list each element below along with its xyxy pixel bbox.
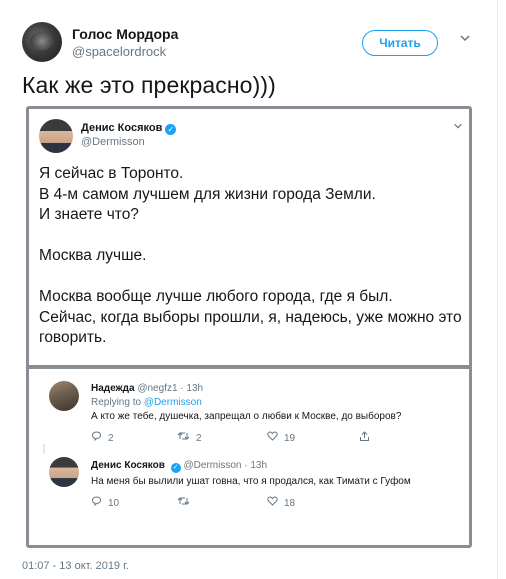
reply-time: · 13h (244, 460, 268, 471)
divider (497, 0, 498, 579)
reply-author-name: Денис Косяков (91, 460, 165, 471)
reply-action: 2 (91, 431, 114, 444)
replying-to: Replying to @Dermisson (91, 397, 202, 408)
reply-item: Денис Косяков ✓ @Dermisson · 13h На меня… (29, 449, 469, 519)
heart-icon (267, 431, 278, 444)
reply-count: 10 (108, 498, 120, 509)
retweet-icon (177, 496, 190, 509)
reply-actions: 2 2 19 (91, 431, 421, 445)
quoted-avatar (39, 119, 73, 153)
heart-icon (267, 496, 278, 509)
divider (29, 365, 469, 369)
reply-actions: 10 18 (91, 496, 421, 510)
reply-count: 2 (108, 433, 114, 444)
reply-author-handle: @negfz1 (137, 383, 178, 394)
quoted-screenshot: Денис Косяков ✓ @Dermisson Я сейчас в Тор… (26, 106, 472, 548)
share-action (359, 431, 376, 445)
reply-action: 10 (91, 496, 119, 509)
replying-prefix: Replying to (91, 397, 142, 408)
reply-icon (91, 431, 102, 444)
quoted-paragraph: Москва лучше. (39, 247, 147, 264)
reply-header: Надежда @negfz1 · 13h (91, 383, 203, 394)
reply-item: Надежда @negfz1 · 13h Replying to @Dermi… (29, 371, 469, 451)
like-action: 19 (267, 431, 295, 444)
quoted-author-name: Денис Косяков ✓ (81, 122, 177, 135)
quoted-paragraph: Москва вообще лучше любого города, где я… (39, 288, 462, 346)
tweet-text: Как же это прекрасно))) (22, 72, 276, 98)
chevron-down-icon (453, 121, 463, 134)
reply-text: А кто же тебе, душечка, запрещал о любви… (91, 411, 402, 422)
reply-avatar (49, 381, 79, 411)
reply-icon (91, 496, 102, 509)
like-action: 18 (267, 496, 295, 509)
quoted-tweet: Денис Косяков ✓ @Dermisson Я сейчас в Тор… (29, 109, 469, 365)
retweet-action (177, 496, 196, 509)
replying-to-link: @Dermisson (143, 397, 202, 408)
author-name[interactable]: Голос Мордора (72, 26, 178, 42)
reply-avatar (49, 457, 79, 487)
retweet-action: 2 (177, 431, 202, 444)
tweet-header: Голос Мордора @spacelordrock Читать (22, 22, 482, 62)
follow-button[interactable]: Читать (362, 30, 438, 56)
quoted-author-handle: @Dermisson (81, 136, 145, 148)
quoted-author-name-text: Денис Косяков (81, 122, 163, 134)
reply-text: На меня бы вылили ушат говна, что я прод… (91, 476, 411, 487)
retweet-count: 2 (196, 433, 202, 444)
share-icon (359, 431, 370, 445)
verified-badge-icon: ✓ (170, 463, 181, 473)
quoted-paragraph: Я сейчас в Торонто. В 4-м самом лучшем д… (39, 165, 376, 223)
quoted-tweet-body: Я сейчас в Торонто. В 4-м самом лучшем д… (39, 164, 464, 349)
verified-badge-icon: ✓ (165, 124, 177, 135)
tweet-timestamp[interactable]: 01:07 - 13 окт. 2019 г. (22, 560, 129, 572)
author-handle[interactable]: @spacelordrock (72, 44, 166, 59)
reply-author-handle: @Dermisson (183, 460, 242, 471)
reply-header: Денис Косяков ✓ @Dermisson · 13h (91, 460, 267, 473)
author-avatar[interactable] (22, 22, 62, 62)
reply-time: · 13h (180, 383, 204, 394)
retweet-icon (177, 431, 190, 444)
reply-author-name: Надежда (91, 383, 135, 394)
like-count: 18 (284, 498, 296, 509)
chevron-down-icon[interactable] (458, 32, 472, 46)
like-count: 19 (284, 433, 296, 444)
